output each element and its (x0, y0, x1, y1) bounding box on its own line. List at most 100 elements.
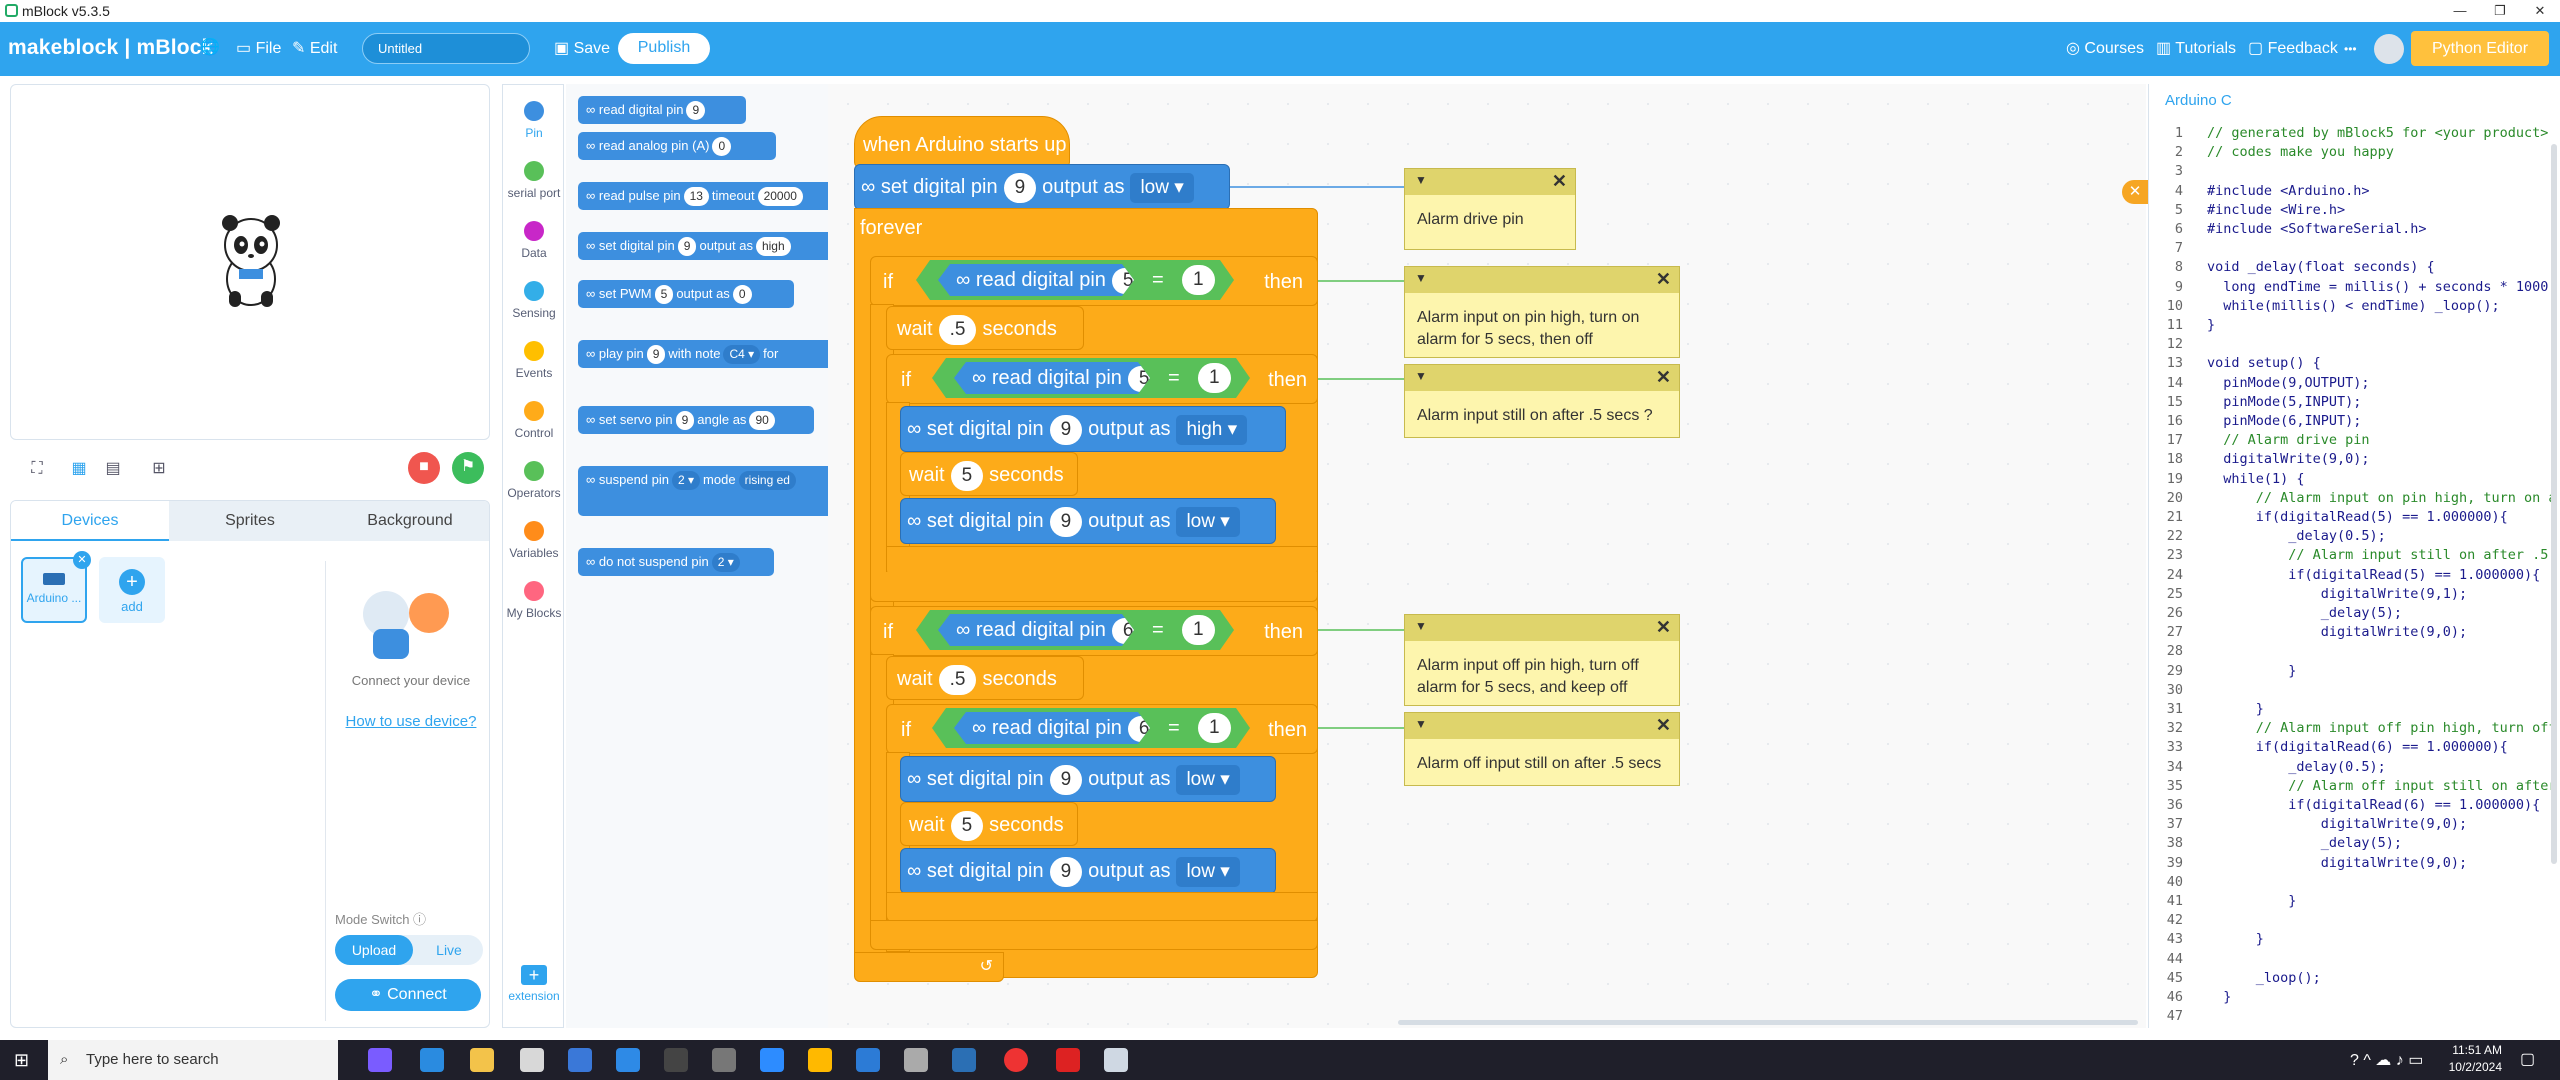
feedback-link[interactable]: ▢ Feedback (2248, 38, 2338, 58)
save-button[interactable]: ▣ Save (554, 38, 610, 58)
windows-start-icon[interactable]: ⊞ (14, 1050, 29, 1071)
notification-icon[interactable]: ▢ (2520, 1049, 2535, 1069)
palette-set-servo-pin[interactable]: ∞ set servo pin 9 angle as 90 (578, 406, 814, 434)
level-dropdown[interactable]: low ▾ (1176, 856, 1240, 887)
workspace-scrollbar[interactable] (1398, 1020, 2138, 1025)
connect-button[interactable]: ⚭ Connect (335, 979, 481, 1011)
category-events[interactable]: Events (503, 341, 565, 380)
category-my-blocks[interactable]: My Blocks (503, 581, 565, 620)
tab-sprites[interactable]: Sprites (171, 501, 329, 541)
level-dropdown[interactable]: low ▾ (1176, 506, 1240, 537)
block-dropdown[interactable]: 2 ▾ (711, 553, 740, 572)
wait-input[interactable]: .5 (938, 314, 977, 345)
read-digital-pin-reporter[interactable]: ∞ read digital pin 6 (938, 614, 1134, 646)
pin-input[interactable]: 6 (1128, 716, 1161, 742)
printer-icon[interactable] (904, 1048, 928, 1072)
mblock-taskbar-icon[interactable] (1104, 1048, 1128, 1072)
palette-read-pulse-pin[interactable]: ∞ read pulse pin 13 timeout 20000 (578, 182, 828, 210)
compare-value[interactable]: 1 (1182, 615, 1215, 645)
live-mode-button[interactable]: Live (415, 935, 483, 965)
palette-read-analog-pin[interactable]: ∞ read analog pin (A) 0 (578, 132, 776, 160)
maximize-button[interactable]: ❐ (2480, 0, 2520, 22)
remove-device-icon[interactable]: ✕ (73, 551, 91, 569)
close-note-icon[interactable]: ✕ (1656, 617, 1671, 638)
set-digital-pin-block[interactable]: ∞ set digital pin 9 output as low ▾ (854, 164, 1230, 210)
edge-icon[interactable] (420, 1048, 444, 1072)
block-input[interactable]: 9 (686, 101, 706, 120)
script-workspace[interactable]: when Arduino starts up ∞ set digital pin… (828, 84, 2146, 1028)
pin-input[interactable]: 9 (1049, 764, 1083, 795)
block-dropdown[interactable]: rising ed (738, 471, 796, 490)
read-digital-pin-reporter[interactable]: ∞ read digital pin 5 (938, 264, 1134, 296)
category-pin[interactable]: Pin (503, 101, 565, 140)
globe-icon[interactable]: 🌐 (200, 37, 220, 57)
upload-mode-button[interactable]: Upload (335, 935, 413, 965)
block-input[interactable]: 9 (675, 411, 695, 430)
fullscreen-icon[interactable]: ⛶ (22, 454, 52, 484)
compare-value[interactable]: 1 (1182, 265, 1215, 295)
comment-note[interactable]: ▼ ✕ Alarm input on pin high, turn on alarm… (1404, 266, 1680, 358)
equals-condition-1[interactable]: ∞ read digital pin 5 = 1 (916, 260, 1234, 300)
device-card-arduino[interactable]: Arduino ... ✕ (21, 551, 91, 623)
block-input[interactable]: 9 (677, 237, 697, 256)
tab-background[interactable]: Background (331, 501, 489, 541)
copilot-icon[interactable] (368, 1048, 392, 1072)
comment-note[interactable]: ▼ ✕ Alarm off input still on after .5 secs (1404, 712, 1680, 786)
python-editor-button[interactable]: Python Editor (2411, 31, 2549, 66)
category-control[interactable]: Control (503, 401, 565, 440)
mode-toggle[interactable]: Upload Live (335, 935, 483, 965)
more-menu-icon[interactable]: ••• (2344, 42, 2357, 56)
set-digital-pin-block[interactable]: ∞ set digital pin 9 output as high ▾ (900, 406, 1286, 452)
collapse-note-icon[interactable]: ▼ (1415, 173, 1427, 187)
block-dropdown[interactable]: 2 ▾ (672, 471, 701, 490)
set-digital-pin-block[interactable]: ∞ set digital pin 9 output as low ▾ (900, 848, 1276, 894)
wait-block[interactable]: wait 5 seconds (900, 452, 1078, 496)
help-icon[interactable]: ⓘ (413, 912, 426, 927)
collapse-code-panel-icon[interactable]: ✕ (2122, 180, 2148, 204)
pin-input[interactable]: 9 (1049, 506, 1083, 537)
block-input[interactable]: 0 (732, 285, 752, 304)
chrome-icon[interactable] (1004, 1048, 1028, 1072)
equals-condition-4[interactable]: ∞ read digital pin 6 = 1 (932, 708, 1250, 748)
wait-block[interactable]: wait .5 seconds (886, 656, 1084, 700)
equals-condition-2[interactable]: ∞ read digital pin 5 = 1 (932, 358, 1250, 398)
level-dropdown[interactable]: low ▾ (1176, 764, 1240, 795)
pin-input[interactable]: 5 (1112, 268, 1145, 294)
code-scrollbar[interactable] (2551, 144, 2557, 864)
category-variables[interactable]: Variables (503, 521, 565, 560)
category-sensing[interactable]: Sensing (503, 281, 565, 320)
wait-input[interactable]: 5 (950, 810, 984, 841)
block-input[interactable]: 13 (683, 187, 709, 206)
stage-canvas[interactable] (10, 84, 490, 440)
mail-icon[interactable] (616, 1048, 640, 1072)
edit-menu[interactable]: ✎ Edit (292, 38, 337, 58)
level-dropdown[interactable]: high ▾ (1176, 414, 1248, 445)
terminal-icon[interactable] (664, 1048, 688, 1072)
collapse-note-icon[interactable]: ▼ (1415, 369, 1427, 383)
tutorials-link[interactable]: ▥ Tutorials (2156, 38, 2236, 58)
set-digital-pin-block[interactable]: ∞ set digital pin 9 output as low ▾ (900, 756, 1276, 802)
media-icon[interactable] (808, 1048, 832, 1072)
block-input[interactable]: 20000 (757, 187, 803, 206)
collapse-note-icon[interactable]: ▼ (1415, 271, 1427, 285)
palette-read-digital-pin[interactable]: ∞ read digital pin 9 (578, 96, 746, 124)
equals-condition-3[interactable]: ∞ read digital pin 6 = 1 (916, 610, 1234, 650)
minimize-button[interactable]: — (2440, 0, 2480, 22)
stop-button[interactable]: ■ (408, 452, 440, 484)
app-icon[interactable] (952, 1048, 976, 1072)
close-window-button[interactable]: ✕ (2520, 0, 2560, 22)
panda-sprite[interactable] (211, 209, 291, 309)
small-stage-icon[interactable]: ▦ (64, 454, 94, 484)
block-input[interactable]: 5 (654, 285, 674, 304)
category-operators[interactable]: Operators (503, 461, 565, 500)
user-avatar[interactable] (2374, 34, 2404, 64)
pin-input[interactable]: 9 (1049, 856, 1083, 887)
block-input[interactable]: 0 (712, 137, 732, 156)
file-menu[interactable]: ▭ File (236, 38, 281, 58)
close-note-icon[interactable]: ✕ (1656, 367, 1671, 388)
block-dropdown[interactable]: C4 ▾ (723, 345, 761, 364)
close-note-icon[interactable]: ✕ (1552, 171, 1567, 192)
taskbar-search[interactable]: ⌕ Type here to search (48, 1040, 338, 1080)
app-icon[interactable] (520, 1048, 544, 1072)
wait-block[interactable]: wait 5 seconds (900, 802, 1078, 846)
